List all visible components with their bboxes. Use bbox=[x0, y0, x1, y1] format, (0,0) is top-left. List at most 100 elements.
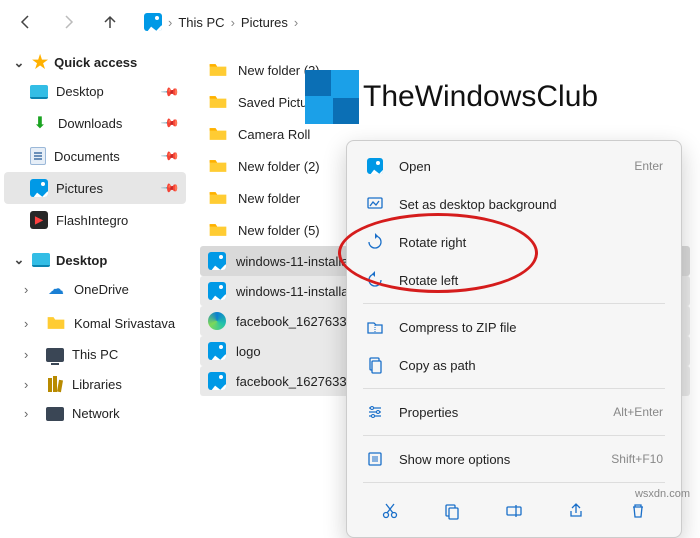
pin-icon: 📌 bbox=[160, 113, 180, 133]
menu-label: Open bbox=[399, 159, 620, 174]
open-icon bbox=[365, 156, 385, 176]
pictures-icon bbox=[30, 179, 48, 197]
sidebar-item-label: FlashIntegro bbox=[56, 213, 128, 228]
menu-copypath[interactable]: Copy as path bbox=[353, 346, 675, 384]
quick-access-label: Quick access bbox=[54, 55, 137, 70]
star-icon: ★ bbox=[32, 52, 48, 73]
menu-accel: Shift+F10 bbox=[611, 452, 663, 466]
desktop-icon bbox=[32, 253, 50, 267]
folder-row[interactable]: Saved Pictures bbox=[200, 86, 690, 118]
sidebar-item-thispc[interactable]: › This PC bbox=[4, 340, 186, 369]
copy-path-icon bbox=[365, 355, 385, 375]
copy-button[interactable] bbox=[432, 495, 472, 527]
image-file-icon bbox=[208, 282, 226, 300]
sidebar-item-label: Network bbox=[72, 406, 120, 421]
chevron-right-icon: › bbox=[294, 15, 298, 30]
chevron-right-icon: › bbox=[24, 282, 38, 297]
breadcrumb-root[interactable]: This PC bbox=[178, 15, 224, 30]
sidebar-item-label: This PC bbox=[72, 347, 118, 362]
menu-label: Properties bbox=[399, 405, 599, 420]
menu-label: Compress to ZIP file bbox=[399, 320, 663, 335]
sidebar-item-userfolder[interactable]: › Komal Srivastava bbox=[4, 306, 186, 340]
sidebar-item-network[interactable]: › Network bbox=[4, 399, 186, 428]
breadcrumb[interactable]: › This PC › Pictures › bbox=[134, 2, 692, 42]
rotate-right-icon bbox=[365, 232, 385, 252]
image-file-icon bbox=[208, 372, 226, 390]
menu-label: Rotate left bbox=[399, 273, 663, 288]
file-label: facebook_162763387 bbox=[236, 314, 361, 329]
pc-icon bbox=[46, 348, 64, 362]
rotate-left-icon bbox=[365, 270, 385, 290]
sidebar-item-label: Desktop bbox=[56, 84, 104, 99]
sidebar-item-label: Pictures bbox=[56, 181, 103, 196]
sidebar-item-label: Downloads bbox=[58, 116, 122, 131]
sidebar-item-downloads[interactable]: ⬇ Downloads 📌 bbox=[4, 106, 186, 140]
sidebar-item-pictures[interactable]: Pictures 📌 bbox=[4, 172, 186, 204]
sidebar-item-desktop[interactable]: Desktop 📌 bbox=[4, 77, 186, 106]
sidebar-item-onedrive[interactable]: › ☁ OneDrive bbox=[4, 272, 186, 306]
menu-more[interactable]: Show more options Shift+F10 bbox=[353, 440, 675, 478]
pin-icon: 📌 bbox=[160, 81, 180, 101]
documents-icon bbox=[30, 147, 46, 165]
cloud-icon: ☁ bbox=[46, 279, 66, 299]
downloads-icon: ⬇ bbox=[30, 113, 50, 133]
menu-open[interactable]: Open Enter bbox=[353, 147, 675, 185]
share-button[interactable] bbox=[556, 495, 596, 527]
file-label: New folder (2) bbox=[238, 159, 320, 174]
file-label: New folder (3) bbox=[238, 63, 320, 78]
folder-icon bbox=[208, 220, 228, 240]
desktop-tree-header[interactable]: ⌄ Desktop bbox=[4, 248, 186, 272]
menu-accel: Alt+Enter bbox=[613, 405, 663, 419]
sidebar-item-label: Documents bbox=[54, 149, 120, 164]
chevron-down-icon: ⌄ bbox=[12, 55, 26, 71]
libraries-icon bbox=[46, 376, 64, 392]
chevron-right-icon: › bbox=[24, 377, 38, 392]
chevron-right-icon: › bbox=[168, 15, 172, 30]
menu-compress[interactable]: Compress to ZIP file bbox=[353, 308, 675, 346]
menu-separator bbox=[363, 435, 665, 436]
chevron-down-icon: ⌄ bbox=[12, 252, 26, 268]
breadcrumb-current[interactable]: Pictures bbox=[241, 15, 288, 30]
context-menu: Open Enter Set as desktop background Rot… bbox=[346, 140, 682, 538]
file-label: windows-11-installat bbox=[236, 284, 352, 299]
sidebar-item-flashintegro[interactable]: ▶ FlashIntegro bbox=[4, 204, 186, 236]
menu-label: Set as desktop background bbox=[399, 197, 663, 212]
rename-button[interactable] bbox=[494, 495, 534, 527]
pin-icon: 📌 bbox=[160, 178, 180, 198]
sidebar-item-label: Komal Srivastava bbox=[74, 316, 175, 331]
menu-properties[interactable]: Properties Alt+Enter bbox=[353, 393, 675, 431]
zip-icon bbox=[365, 317, 385, 337]
desktop-tree-label: Desktop bbox=[56, 253, 107, 268]
sidebar-item-documents[interactable]: Documents 📌 bbox=[4, 140, 186, 172]
chevron-right-icon: › bbox=[24, 316, 38, 331]
sidebar-item-libraries[interactable]: › Libraries bbox=[4, 369, 186, 399]
sidebar-item-label: Libraries bbox=[72, 377, 122, 392]
file-label: logo bbox=[236, 344, 261, 359]
folder-icon bbox=[208, 60, 228, 80]
pin-icon: 📌 bbox=[160, 146, 180, 166]
forward-button[interactable] bbox=[50, 4, 86, 40]
file-label: windows-11-installat bbox=[236, 254, 352, 269]
chevron-right-icon: › bbox=[231, 15, 235, 30]
edge-icon bbox=[208, 312, 226, 330]
menu-setbg[interactable]: Set as desktop background bbox=[353, 185, 675, 223]
properties-icon bbox=[365, 402, 385, 422]
sidebar: ⌄ ★ Quick access Desktop 📌 ⬇ Downloads 📌… bbox=[0, 44, 190, 506]
chevron-right-icon: › bbox=[24, 347, 38, 362]
back-button[interactable] bbox=[8, 4, 44, 40]
network-icon bbox=[46, 407, 64, 421]
file-label: Saved Pictures bbox=[238, 95, 325, 110]
desktop-icon bbox=[30, 85, 48, 99]
up-button[interactable] bbox=[92, 4, 128, 40]
quick-access-header[interactable]: ⌄ ★ Quick access bbox=[4, 48, 186, 77]
menu-rotate-right[interactable]: Rotate right bbox=[353, 223, 675, 261]
folder-row[interactable]: New folder (3) bbox=[200, 54, 690, 86]
menu-label: Show more options bbox=[399, 452, 597, 467]
cut-button[interactable] bbox=[370, 495, 410, 527]
menu-separator bbox=[363, 482, 665, 483]
menu-separator bbox=[363, 388, 665, 389]
menu-rotate-left[interactable]: Rotate left bbox=[353, 261, 675, 299]
menu-accel: Enter bbox=[634, 159, 663, 173]
image-file-icon bbox=[208, 342, 226, 360]
pictures-icon bbox=[144, 13, 162, 31]
